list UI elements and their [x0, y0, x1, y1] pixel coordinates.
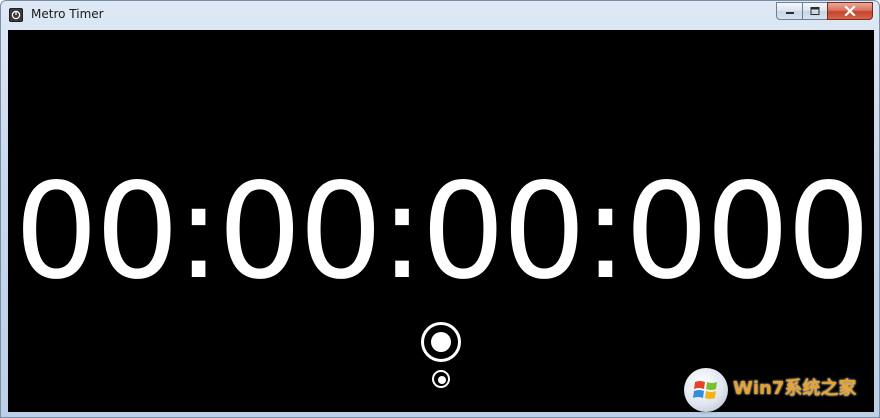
app-timer-icon[interactable] — [9, 8, 23, 22]
window-title: Metro Timer — [31, 7, 104, 21]
maximize-button[interactable] — [802, 2, 827, 20]
caption-buttons — [776, 2, 873, 21]
maximize-icon — [810, 7, 820, 15]
watermark-text: Win7系统之家 — [733, 378, 857, 399]
close-icon — [844, 6, 856, 16]
minimize-icon — [785, 12, 794, 14]
windows-logo-icon — [684, 368, 728, 412]
watermark: Win7系统之家 — [681, 365, 876, 415]
timer-panel: 00:00:00:000 — [8, 30, 874, 412]
timer-display: 00:00:00:000 — [14, 155, 870, 309]
start-circle-icon — [431, 332, 451, 352]
minimize-button[interactable] — [776, 2, 802, 20]
close-button[interactable] — [827, 2, 873, 20]
app-window: Metro Timer 00:00:00:000 Win7系统之家 — [0, 0, 880, 418]
reset-circle-icon — [438, 376, 446, 384]
reset-button[interactable] — [432, 370, 450, 388]
start-button[interactable] — [421, 322, 461, 362]
title-bar[interactable]: Metro Timer — [1, 1, 879, 29]
